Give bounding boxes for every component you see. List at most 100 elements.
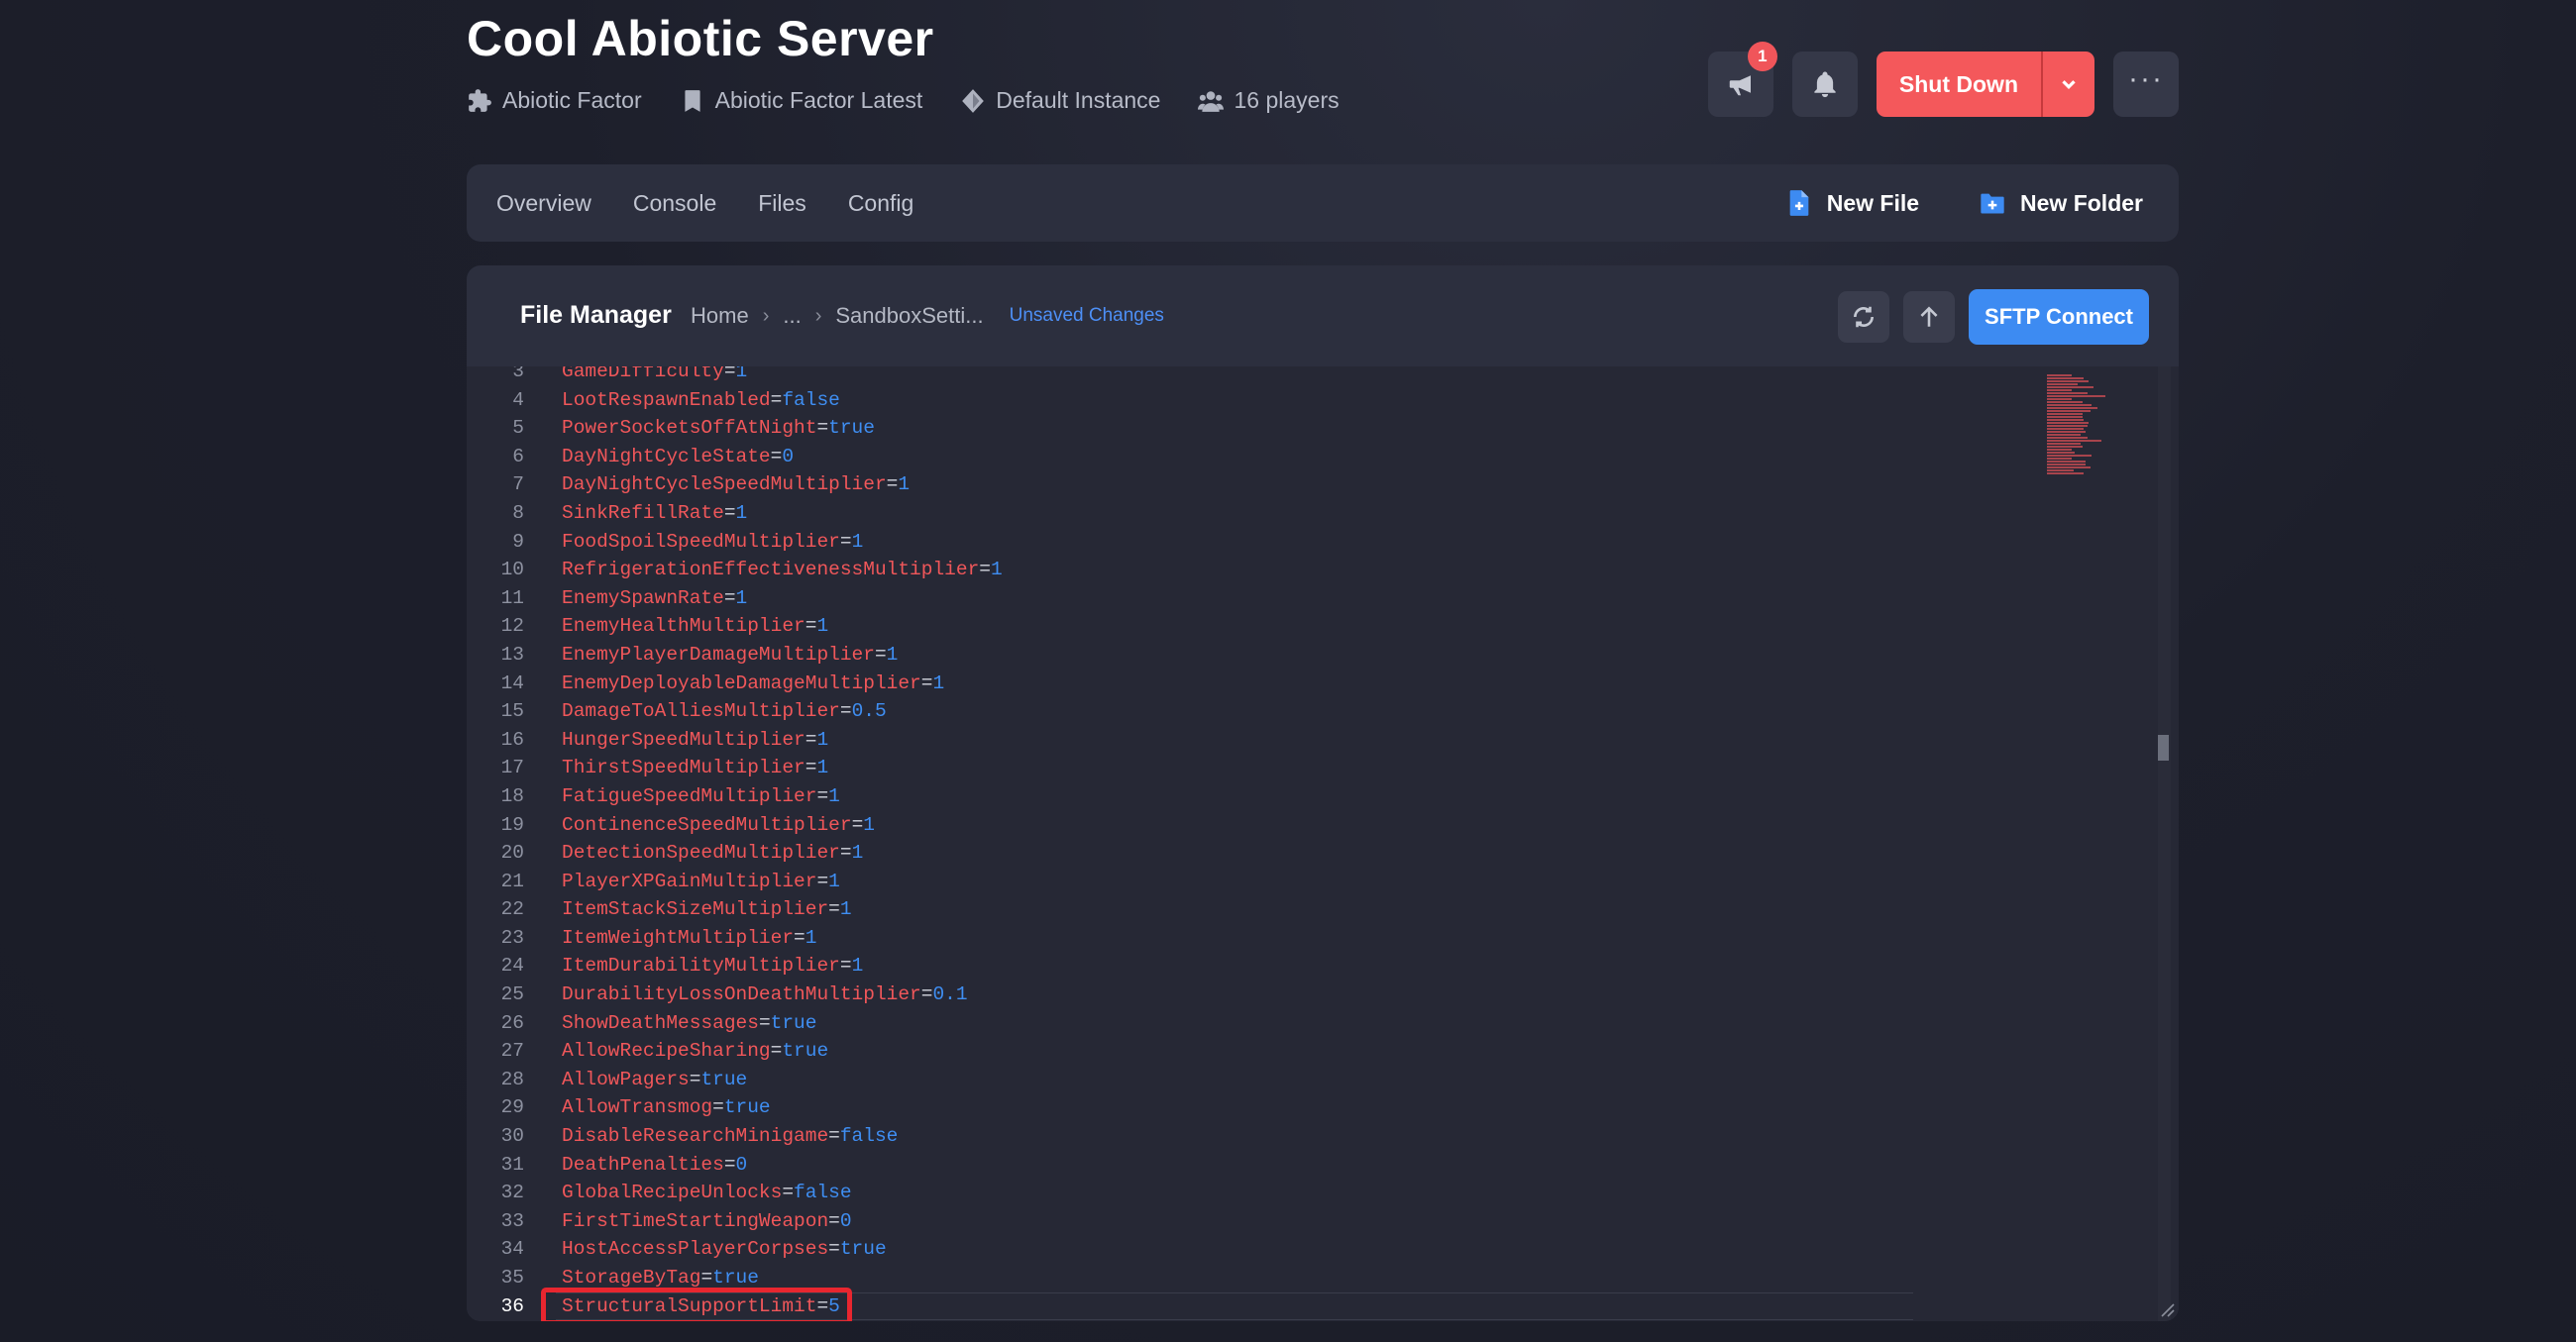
code-line[interactable]: 28 AllowPagers=true [467, 1066, 2052, 1094]
code-line[interactable]: 29 AllowTransmog=true [467, 1093, 2052, 1122]
code-line[interactable]: 7 DayNightCycleSpeedMultiplier=1 [467, 470, 2052, 499]
code-line[interactable]: 11 EnemySpawnRate=1 [467, 584, 2052, 613]
breadcrumb-current-file[interactable]: SandboxSetti... [835, 303, 983, 329]
code-line[interactable]: 31 DeathPenalties=0 [467, 1151, 2052, 1180]
line-number: 16 [500, 728, 524, 751]
setting-value: 1 [898, 473, 911, 496]
line-number: 5 [512, 417, 524, 440]
minimap-line [2047, 446, 2083, 448]
code-line[interactable]: 25 DurabilityLossOnDeathMultiplier=0.1 [467, 981, 2052, 1009]
setting-key: FatigueSpeedMultiplier [562, 784, 817, 807]
editor-minimap[interactable] [2047, 374, 2150, 474]
meta-instance-label: Default Instance [996, 87, 1161, 113]
minimap-line [2047, 431, 2086, 433]
equals-sign: = [828, 1125, 840, 1148]
code-editor[interactable]: 3 GameDifficulty=1 4 LootRespawnEnabled=fal… [467, 366, 2179, 1321]
code-line[interactable]: 15 DamageToAlliesMultiplier=0.5 [467, 697, 2052, 726]
code-text: EnemyDeployableDamageMultiplier=1 [562, 670, 944, 698]
new-file-button[interactable]: New File [1785, 189, 1919, 217]
minimap-line [2047, 464, 2086, 465]
code-text: EnemyHealthMultiplier=1 [562, 612, 828, 641]
setting-key: ItemWeightMultiplier [562, 926, 795, 949]
code-line[interactable]: 14 EnemyDeployableDamageMultiplier=1 [467, 670, 2052, 698]
breadcrumb-home[interactable]: Home [691, 303, 749, 329]
code-text: ContinenceSpeedMultiplier=1 [562, 811, 875, 840]
code-line[interactable]: 23 ItemWeightMultiplier=1 [467, 924, 2052, 953]
minimap-line [2047, 383, 2079, 385]
setting-key: AllowRecipeSharing [562, 1040, 771, 1063]
code-line[interactable]: 18 FatigueSpeedMultiplier=1 [467, 782, 2052, 811]
equals-sign: = [816, 417, 829, 440]
minimap-line [2047, 419, 2085, 421]
code-line[interactable]: 27 AllowRecipeSharing=true [467, 1037, 2052, 1066]
meta-version-label: Abiotic Factor Latest [714, 87, 923, 113]
code-line[interactable]: 19 ContinenceSpeedMultiplier=1 [467, 811, 2052, 840]
equals-sign: = [979, 559, 991, 581]
breadcrumb-ellipsis[interactable]: ... [783, 303, 801, 329]
setting-key: ItemStackSizeMultiplier [562, 898, 829, 921]
code-line[interactable]: 5 PowerSocketsOffAtNight=true [467, 414, 2052, 443]
resize-grip-icon[interactable] [2157, 1299, 2175, 1317]
code-text: DamageToAlliesMultiplier=0.5 [562, 697, 887, 726]
equals-sign: = [816, 870, 829, 892]
code-line[interactable]: 24 ItemDurabilityMultiplier=1 [467, 952, 2052, 981]
more-options-button[interactable]: ··· [2113, 52, 2179, 117]
code-line[interactable]: 13 EnemyPlayerDamageMultiplier=1 [467, 641, 2052, 670]
line-number: 11 [500, 586, 524, 609]
tab-config[interactable]: Config [848, 190, 913, 217]
code-line[interactable]: 22 ItemStackSizeMultiplier=1 [467, 895, 2052, 924]
equals-sign: = [700, 1267, 713, 1289]
setting-key: DayNightCycleSpeedMultiplier [562, 473, 887, 496]
code-line[interactable]: 16 HungerSpeedMultiplier=1 [467, 726, 2052, 755]
code-line[interactable]: 34 HostAccessPlayerCorpses=true [467, 1235, 2052, 1264]
notifications-button[interactable] [1791, 52, 1858, 117]
code-line[interactable]: 36 StructuralSupportLimit=5 [467, 1291, 2052, 1321]
editor-scrollbar-thumb[interactable] [2158, 735, 2169, 761]
refresh-button[interactable] [1838, 291, 1890, 343]
equals-sign: = [828, 898, 840, 921]
shutdown-group: Shut Down [1876, 52, 2094, 117]
meta-players: 16 players [1198, 87, 1340, 114]
code-line[interactable]: 10 RefrigerationEffectivenessMultiplier=1 [467, 556, 2052, 584]
code-line[interactable]: 35 StorageByTag=true [467, 1264, 2052, 1292]
code-line[interactable]: 30 DisableResearchMinigame=false [467, 1122, 2052, 1151]
code-line[interactable]: 20 DetectionSpeedMultiplier=1 [467, 839, 2052, 868]
line-number: 13 [500, 643, 524, 666]
tab-overview[interactable]: Overview [496, 190, 591, 217]
ellipsis-icon: ··· [2128, 62, 2164, 95]
sftp-connect-button[interactable]: SFTP Connect [1969, 289, 2149, 345]
code-line[interactable]: 3 GameDifficulty=1 [467, 366, 2052, 386]
announcements-button[interactable]: 1 [1707, 42, 1777, 117]
code-line[interactable]: 21 PlayerXPGainMultiplier=1 [467, 868, 2052, 896]
code-line[interactable]: 26 ShowDeathMessages=true [467, 1009, 2052, 1038]
code-line[interactable]: 32 GlobalRecipeUnlocks=false [467, 1179, 2052, 1207]
tab-files[interactable]: Files [758, 190, 806, 217]
code-line[interactable]: 9 FoodSpoilSpeedMultiplier=1 [467, 528, 2052, 557]
code-line[interactable]: 12 EnemyHealthMultiplier=1 [467, 612, 2052, 641]
equals-sign: = [805, 728, 817, 751]
line-number: 36 [500, 1294, 524, 1317]
line-number: 9 [512, 530, 524, 553]
code-line[interactable]: 17 ThirstSpeedMultiplier=1 [467, 754, 2052, 782]
file-manager-actions: SFTP Connect [1838, 289, 2149, 345]
setting-value: 1 [828, 784, 840, 807]
editor-scrollbar[interactable] [2158, 366, 2171, 1321]
code-text: LootRespawnEnabled=false [562, 386, 840, 415]
shutdown-dropdown-button[interactable] [2041, 52, 2094, 117]
code-line[interactable]: 6 DayNightCycleState=0 [467, 443, 2052, 471]
shutdown-button[interactable]: Shut Down [1876, 52, 2041, 117]
code-text: HostAccessPlayerCorpses=true [562, 1235, 887, 1264]
code-line[interactable]: 4 LootRespawnEnabled=false [467, 386, 2052, 415]
code-lines[interactable]: 3 GameDifficulty=1 4 LootRespawnEnabled=fal… [467, 366, 2052, 1320]
equals-sign: = [758, 1011, 771, 1034]
new-folder-button[interactable]: New Folder [1979, 189, 2143, 217]
code-text: AllowPagers=true [562, 1066, 747, 1094]
code-text: DurabilityLossOnDeathMultiplier=0.1 [562, 981, 968, 1009]
code-line[interactable]: 33 FirstTimeStartingWeapon=0 [467, 1207, 2052, 1236]
setting-value: 1 [990, 559, 1003, 581]
code-text: ShowDeathMessages=true [562, 1009, 816, 1038]
upload-button[interactable] [1903, 291, 1956, 343]
code-line[interactable]: 8 SinkRefillRate=1 [467, 499, 2052, 528]
tab-console[interactable]: Console [633, 190, 716, 217]
minimap-line [2047, 443, 2082, 445]
